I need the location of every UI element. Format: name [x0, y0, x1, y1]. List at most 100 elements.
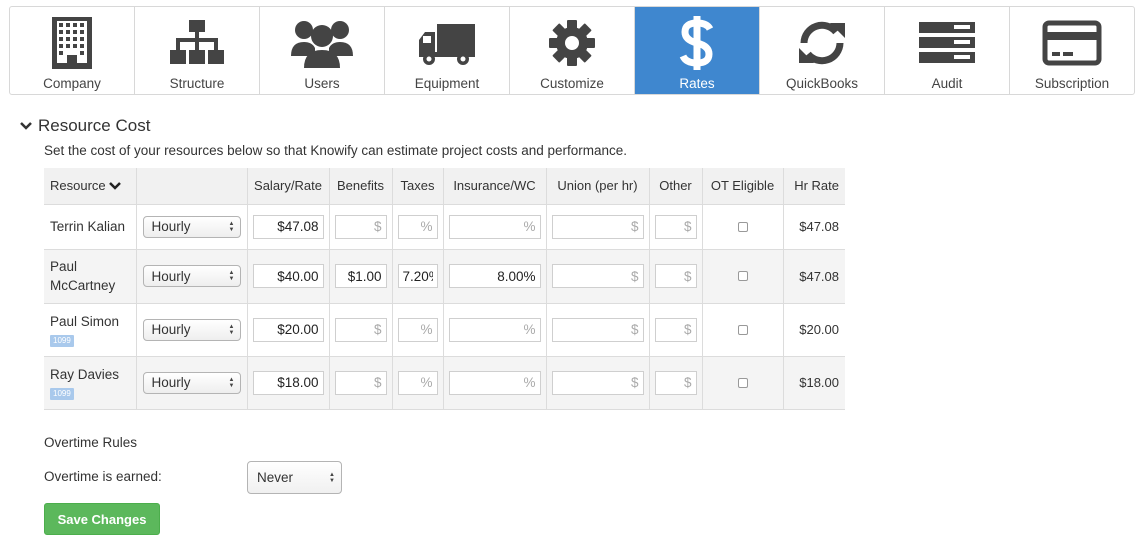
gear-icon	[540, 14, 604, 72]
benefits-input[interactable]	[334, 317, 387, 342]
resource-cost-table: Resource Salary/Rate Benefits Taxes Insu…	[44, 168, 845, 410]
section-description: Set the cost of your resources below so …	[44, 143, 628, 158]
nav-tab-label: Audit	[931, 76, 963, 91]
nav-tab-subscription[interactable]: Subscription	[1010, 7, 1134, 94]
truck-icon	[415, 14, 479, 72]
credit-card-icon	[1040, 14, 1104, 72]
settings-nav: Company Structure Users Equipment Custom…	[9, 6, 1135, 95]
users-icon	[290, 14, 354, 72]
benefits-input[interactable]	[334, 370, 387, 395]
other-input[interactable]	[654, 370, 697, 395]
insurance-column-header: Insurance/WC	[443, 168, 547, 205]
union-input[interactable]	[551, 264, 644, 288]
resource-name: Paul McCartney	[50, 259, 116, 293]
ot-eligible-checkbox[interactable]	[737, 221, 748, 232]
type-column-header	[136, 168, 248, 205]
select-arrows-icon: ▲ ▼	[228, 220, 235, 233]
select-arrows-icon: ▲ ▼	[228, 376, 235, 389]
pay-type-select[interactable]: Hourly ▲ ▼	[142, 215, 241, 238]
pay-type-select[interactable]: Hourly ▲ ▼	[142, 265, 241, 287]
other-column-header: Other	[649, 168, 703, 205]
overtime-rules-heading: Overtime Rules	[44, 435, 138, 450]
hr-rate-value: $47.08	[783, 249, 845, 304]
taxes-column-header: Taxes	[392, 168, 444, 205]
save-changes-button[interactable]: Save Changes	[44, 503, 160, 535]
chevron-down-icon	[20, 116, 32, 136]
hr-rate-value: $47.08	[783, 204, 845, 250]
taxes-input[interactable]	[397, 214, 438, 239]
salary-input[interactable]	[252, 370, 324, 395]
nav-tab-equipment[interactable]: Equipment	[385, 7, 510, 94]
nav-tab-label: Users	[304, 76, 340, 91]
1099-badge: 1099	[50, 335, 74, 347]
taxes-input[interactable]	[397, 264, 438, 288]
table-row: Terrin Kalian Hourly ▲ ▼ $47.08	[44, 204, 845, 250]
hr-rate-value: $18.00	[783, 356, 845, 410]
salary-column-header: Salary/Rate	[247, 168, 330, 205]
dollar-icon	[665, 14, 729, 72]
union-input[interactable]	[551, 317, 644, 342]
nav-tab-rates[interactable]: Rates	[635, 7, 760, 94]
insurance-input[interactable]	[448, 264, 541, 288]
table-row: Paul McCartney Hourly▲▼ $47.08	[44, 249, 845, 304]
sync-icon	[790, 14, 854, 72]
salary-input[interactable]	[252, 264, 324, 288]
ot-eligible-column-header: OT Eligible	[702, 168, 784, 205]
nav-tab-audit[interactable]: Audit	[885, 7, 1010, 94]
pay-type-select[interactable]: Hourly ▲ ▼	[142, 371, 241, 394]
table-row: Ray Davies 1099 Hourly ▲ ▼ $18.00	[44, 356, 845, 410]
salary-input[interactable]	[252, 317, 324, 342]
insurance-input[interactable]	[448, 214, 541, 239]
select-arrows-icon: ▲ ▼	[329, 471, 335, 484]
nav-tab-label: Subscription	[1034, 76, 1110, 91]
resource-name: Ray Davies	[50, 367, 120, 382]
nav-tab-label: QuickBooks	[785, 76, 859, 91]
union-input[interactable]	[551, 370, 644, 395]
server-icon	[915, 14, 979, 72]
nav-tab-label: Customize	[540, 76, 604, 91]
nav-tab-label: Structure	[169, 76, 225, 91]
building-icon	[40, 14, 104, 72]
insurance-input[interactable]	[448, 370, 541, 395]
section-title: Resource Cost	[38, 116, 151, 135]
1099-badge: 1099	[50, 388, 74, 400]
taxes-input[interactable]	[397, 317, 438, 342]
ot-eligible-checkbox[interactable]	[737, 377, 748, 388]
resource-name: Terrin Kalian	[50, 219, 126, 234]
other-input[interactable]	[654, 214, 697, 239]
ot-eligible-checkbox[interactable]	[737, 271, 748, 281]
table-header-row: Resource Salary/Rate Benefits Taxes Insu…	[44, 168, 845, 205]
union-column-header: Union (per hr)	[546, 168, 650, 205]
section-header[interactable]: Resource Cost	[20, 116, 150, 136]
union-input[interactable]	[551, 214, 644, 239]
nav-tab-company[interactable]: Company	[10, 7, 135, 94]
nav-tab-customize[interactable]: Customize	[510, 7, 635, 94]
resource-column-header[interactable]: Resource	[44, 168, 137, 205]
benefits-input[interactable]	[334, 214, 387, 239]
overtime-earned-select[interactable]: Never ▲ ▼	[247, 461, 342, 494]
org-chart-icon	[165, 14, 229, 72]
nav-tab-label: Rates	[679, 76, 715, 91]
other-input[interactable]	[654, 264, 697, 288]
resource-name: Paul Simon	[50, 314, 120, 329]
select-arrows-icon: ▲ ▼	[228, 323, 235, 336]
chevron-down-icon	[109, 178, 122, 193]
nav-tab-quickbooks[interactable]: QuickBooks	[760, 7, 885, 94]
hr-rate-value: $20.00	[783, 303, 845, 357]
other-input[interactable]	[654, 317, 697, 342]
insurance-input[interactable]	[448, 317, 541, 342]
benefits-input[interactable]	[334, 264, 387, 288]
nav-tab-structure[interactable]: Structure	[135, 7, 260, 94]
overtime-earned-label: Overtime is earned:	[44, 469, 162, 484]
benefits-column-header: Benefits	[329, 168, 393, 205]
salary-input[interactable]	[252, 214, 324, 239]
nav-tab-label: Company	[43, 76, 101, 91]
taxes-input[interactable]	[397, 370, 438, 395]
nav-tab-users[interactable]: Users	[260, 7, 385, 94]
select-arrows-icon: ▲ ▼	[228, 270, 235, 282]
table-row: Paul Simon 1099 Hourly ▲ ▼ $20.00	[44, 303, 845, 357]
pay-type-select[interactable]: Hourly ▲ ▼	[142, 318, 241, 341]
hr-rate-column-header: Hr Rate	[783, 168, 845, 205]
nav-tab-label: Equipment	[414, 76, 480, 91]
ot-eligible-checkbox[interactable]	[737, 324, 748, 335]
